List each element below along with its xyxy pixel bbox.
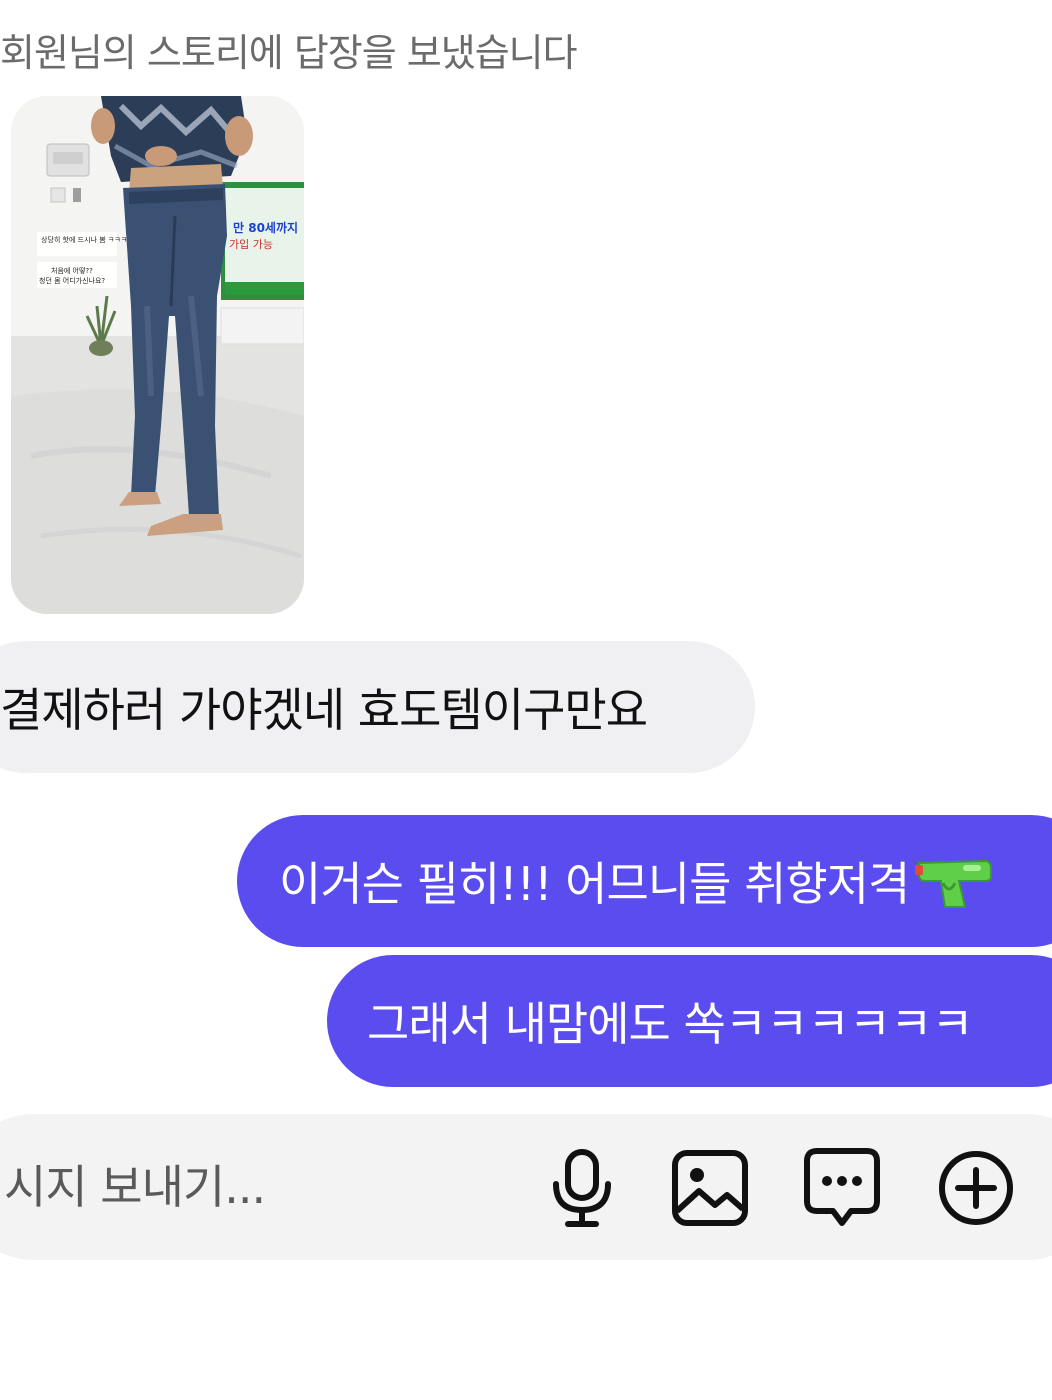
story-reply-label: 회원님의 스토리에 답장을 보냈습니다 xyxy=(0,31,578,75)
overlay-text-1: 상당히 핫에 드시나 봄 ㅋㅋㅋㅋㅋ xyxy=(41,235,140,244)
overlay-text-3: 청던 몸 어디가신나요? xyxy=(39,276,105,285)
message-input[interactable] xyxy=(4,1114,484,1260)
received-message-bubble[interactable]: 결제하러 가야겠네 효도템이구만요 xyxy=(0,641,755,773)
tv-text-1: 만 80세까지 xyxy=(233,220,298,235)
story-photo: 만 80세까지 가입 가능 상당히 핫에 드시나 봄 ㅋㅋㅋㅋㅋ 처음에 어떻?… xyxy=(11,96,304,614)
microphone-icon[interactable] xyxy=(540,1146,624,1230)
plus-circle-icon[interactable] xyxy=(934,1146,1018,1230)
sticker-icon[interactable] xyxy=(800,1146,884,1230)
message-text: 그래서 내맘에도 쏙ㅋㅋㅋㅋㅋㅋ xyxy=(367,997,974,1051)
message-text: 결제하러 가야겠네 효도템이구만요 xyxy=(0,683,648,737)
message-text: 이거슨 필히!!! 어므니들 취향저격 xyxy=(279,857,910,911)
sent-message-bubble[interactable]: 이거슨 필히!!! 어므니들 취향저격 xyxy=(237,815,1052,947)
tv-text-2: 가입 가능 xyxy=(229,238,273,251)
image-icon[interactable] xyxy=(668,1146,752,1230)
overlay-text-2: 처음에 어떻?? xyxy=(51,266,93,275)
story-thumbnail[interactable]: 만 80세까지 가입 가능 상당히 핫에 드시나 봄 ㅋㅋㅋㅋㅋ 처음에 어떻?… xyxy=(11,96,304,614)
sent-message-bubble[interactable]: 그래서 내맘에도 쏙ㅋㅋㅋㅋㅋㅋ xyxy=(327,955,1052,1087)
message-composer xyxy=(0,1114,1052,1260)
water-pistol-icon xyxy=(915,851,993,911)
